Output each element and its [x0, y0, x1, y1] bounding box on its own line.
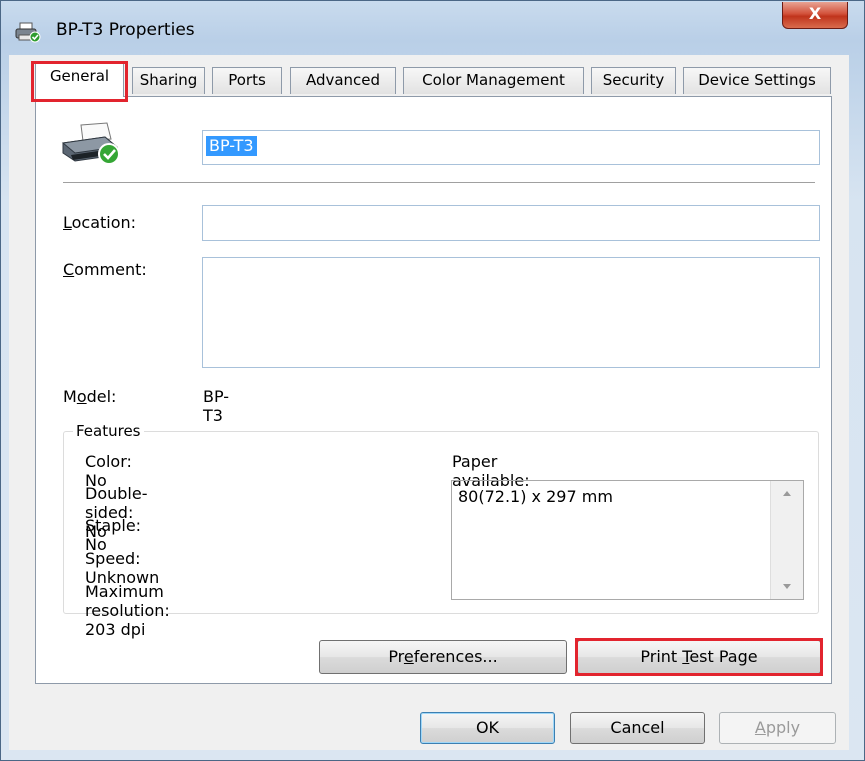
tab-label: Color Management [422, 71, 565, 89]
tab-ports[interactable]: Ports [212, 67, 282, 94]
ok-button[interactable]: OK [420, 712, 555, 744]
tab-color-management[interactable]: Color Management [403, 67, 584, 94]
title-bar[interactable]: BP-T3 Properties X [1, 1, 864, 59]
comment-label: Comment: [63, 260, 147, 279]
tab-label: Security [602, 71, 665, 89]
printer-name-field[interactable]: BP-T3 [202, 130, 820, 165]
printer-small-icon [15, 22, 41, 43]
tab-label: Device Settings [698, 71, 816, 89]
preferences-button[interactable]: Preferences... [319, 640, 567, 674]
tab-label: Advanced [305, 71, 381, 89]
location-field[interactable] [202, 205, 820, 241]
comment-field[interactable] [202, 257, 820, 368]
model-label: Model: [63, 387, 117, 406]
window-title: BP-T3 Properties [56, 20, 195, 40]
close-icon: X [808, 4, 822, 23]
tab-security[interactable]: Security [591, 67, 676, 94]
scroll-up-icon[interactable] [781, 489, 793, 497]
scroll-down-icon[interactable] [781, 583, 793, 591]
paper-list[interactable]: 80(72.1) x 297 mm [451, 480, 804, 600]
printer-name-value: BP-T3 [206, 136, 257, 156]
feature-max-resolution: Maximum resolution: 203 dpi [85, 582, 170, 639]
separator [63, 182, 815, 183]
cancel-button[interactable]: Cancel [570, 712, 705, 744]
tab-advanced[interactable]: Advanced [290, 67, 396, 94]
printer-check-icon [61, 122, 120, 165]
features-title: Features [73, 422, 144, 440]
paper-list-scrollbar[interactable] [770, 481, 803, 599]
tab-label: Ports [228, 71, 266, 89]
location-label: Location: [63, 213, 137, 232]
model-value: BP-T3 [203, 387, 230, 425]
apply-button[interactable]: Apply [719, 712, 836, 744]
tab-label: Sharing [139, 71, 198, 89]
close-button[interactable]: X [782, 2, 848, 29]
properties-window: BP-T3 Properties X General Sharing Ports… [0, 0, 865, 761]
paper-list-item[interactable]: 80(72.1) x 297 mm [458, 487, 613, 506]
tab-sharing[interactable]: Sharing [132, 67, 205, 94]
print-test-page-highlight [575, 638, 823, 676]
tab-device-settings[interactable]: Device Settings [683, 67, 831, 94]
general-tab-highlight [31, 61, 128, 102]
